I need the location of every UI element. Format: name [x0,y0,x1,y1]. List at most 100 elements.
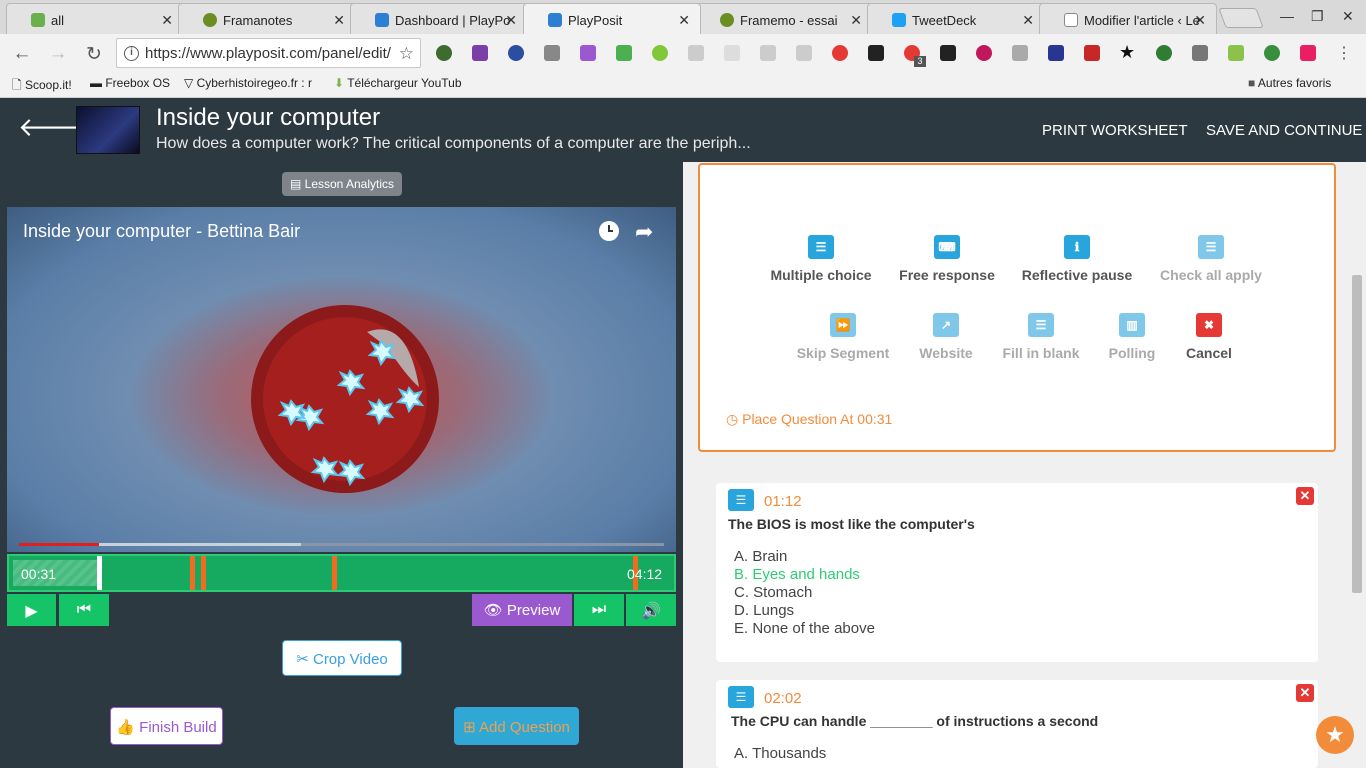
bookmark-label: Scoop.it! [24,78,72,92]
qr-code-icon[interactable] [868,45,884,61]
bookmark-star-icon[interactable]: ☆ [399,44,414,64]
notes-icon[interactable] [724,45,740,61]
timeline-playhead[interactable] [97,556,102,590]
lesson-analytics-button[interactable]: ▤ Lesson Analytics [282,172,402,196]
extension-icon[interactable] [976,45,992,61]
check-all-apply-option[interactable]: ☰ Check all apply [1141,235,1281,283]
browser-tab-framanotes[interactable]: Framanotes ✕ [178,3,356,34]
close-tab-icon[interactable]: ✕ [1194,12,1206,29]
delete-question-icon[interactable]: ✕ [1296,684,1314,702]
download-icon: ⬇ [334,76,345,90]
extension-k-icon[interactable] [508,45,524,61]
notification-badge: 3 [914,56,926,67]
browser-tab-tweetdeck[interactable]: TweetDeck ✕ [867,3,1045,34]
question-marker[interactable] [332,556,337,590]
print-worksheet-button[interactable]: PRINT WORKSHEET [1042,122,1188,139]
volume-button[interactable]: 🔊 [626,594,676,626]
site-info-icon[interactable]: i [124,46,139,61]
finish-build-button[interactable]: 👍 Finish Build [110,707,223,745]
cast-icon[interactable] [1192,45,1208,61]
tab-favicon-icon [31,13,45,27]
place-question-at[interactable]: ◷ Place Question At 00:31 [726,411,892,428]
close-tab-icon[interactable]: ✕ [850,12,862,29]
book-icon[interactable] [1048,45,1064,61]
question-marker[interactable] [190,556,195,590]
camera-icon[interactable] [544,45,560,61]
minimize-icon[interactable]: — [1280,8,1294,24]
feedback-star-button[interactable]: ★ [1316,716,1354,754]
browser-tab-playposit[interactable]: PlayPosit ✕ [523,3,701,34]
add-question-button[interactable]: ⊞ Add Question [454,707,579,745]
close-tab-icon[interactable]: ✕ [1022,12,1034,29]
back-arrow-icon[interactable]: ← [10,43,34,65]
extension-icon[interactable] [1264,45,1280,61]
broadcast-icon[interactable] [832,45,848,61]
extension-icon[interactable] [436,45,452,61]
forward-arrow-icon[interactable]: → [46,43,70,65]
reload-icon[interactable]: ↻ [82,43,106,66]
address-bar[interactable]: i https://www.playposit.com/panel/edit/ … [116,38,421,68]
button-label: Lesson Analytics [304,177,395,191]
close-tab-icon[interactable]: ✕ [505,12,517,29]
extension-icon[interactable] [760,45,776,61]
scrollbar[interactable] [1352,275,1362,593]
close-window-icon[interactable]: ✕ [1342,8,1354,25]
close-tab-icon[interactable]: ✕ [678,12,690,29]
crop-video-button[interactable]: ✂ Crop Video [282,640,402,676]
play-button[interactable]: ▶ [7,594,56,626]
bookmark-item[interactable]: ▽ Cyberhistoiregeo.fr : r [184,76,322,90]
share-arrow-icon[interactable]: ➦ [635,219,653,245]
rewind-button[interactable]: ⏮ [59,594,109,626]
new-tab-button[interactable] [1218,8,1264,28]
pen-icon[interactable] [580,45,596,61]
extension-icon[interactable] [1156,45,1172,61]
browser-tab-modifier[interactable]: Modifier l'article ‹ Le ✕ [1039,3,1217,34]
bookmark-item[interactable]: ▬ Freebox OS [90,76,170,90]
watch-later-clock-icon[interactable] [599,221,619,241]
cancel-option[interactable]: ✖ Cancel [1139,313,1279,361]
menu-kebab-icon[interactable]: ⋮ [1336,43,1352,63]
video-player[interactable]: Inside your computer - Bettina Bair ➦ [7,207,676,552]
free-response-option[interactable]: ⌨ Free response [877,235,1017,283]
bookmark-item[interactable]: 🗋 Scoop.it! [12,76,72,97]
extension-icon[interactable] [1228,45,1244,61]
video-frame-illustration [251,305,439,493]
question-card[interactable]: ☰ 01:12 ✕ The BIOS is most like the comp… [716,483,1318,662]
preview-button[interactable]: 👁 Preview [472,594,572,626]
browser-tab-all[interactable]: all ✕ [6,3,184,34]
close-tab-icon[interactable]: ✕ [161,12,173,29]
multiple-choice-option[interactable]: ☰ Multiple choice [751,235,891,283]
ankh-icon[interactable] [1012,45,1028,61]
green-dot-icon[interactable] [652,45,668,61]
browser-tab-framemo[interactable]: Framemo - essai ✕ [695,3,873,34]
skip-forward-button[interactable]: ⏭ [574,594,624,626]
star-icon[interactable]: ★ [1119,42,1135,63]
answer-option-correct: B. Eyes and hands [734,566,860,583]
question-card[interactable]: ☰ 02:02 ✕ The CPU can handle ________ of… [716,680,1318,768]
qr-code-icon[interactable] [940,45,956,61]
restore-icon[interactable]: ❐ [1311,8,1324,25]
elephant-icon[interactable] [1300,45,1316,61]
rss-icon[interactable] [796,45,812,61]
delete-question-icon[interactable]: ✕ [1296,487,1314,505]
browser-tab-dashboard[interactable]: Dashboard | PlayPo ✕ [350,3,528,34]
bookmark-item[interactable]: ⬇ Téléchargeur YouTub [334,76,470,90]
multiple-choice-icon: ☰ [728,686,754,708]
bookmark-folder[interactable]: ■ Autres favoris [1248,76,1331,90]
question-time[interactable]: 01:12 [764,493,802,510]
info-icon: ℹ [1064,235,1090,259]
close-tab-icon[interactable]: ✕ [333,12,345,29]
video-icon[interactable] [1084,45,1100,61]
bookmark-label: Téléchargeur YouTub [347,76,462,90]
reflective-pause-option[interactable]: ℹ Reflective pause [1007,235,1147,283]
question-time[interactable]: 02:02 [764,690,802,707]
option-label: Reflective pause [1021,267,1133,283]
tab-label: all [51,13,65,28]
gif-icon[interactable] [688,45,704,61]
print-friendly-icon[interactable] [616,45,632,61]
onenote-icon[interactable] [472,45,488,61]
bookmark-label: Autres favoris [1257,76,1332,90]
save-and-continue-button[interactable]: SAVE AND CONTINUE [1206,122,1362,139]
question-marker[interactable] [201,556,206,590]
question-timeline[interactable]: 00:31 04:12 [7,554,676,592]
